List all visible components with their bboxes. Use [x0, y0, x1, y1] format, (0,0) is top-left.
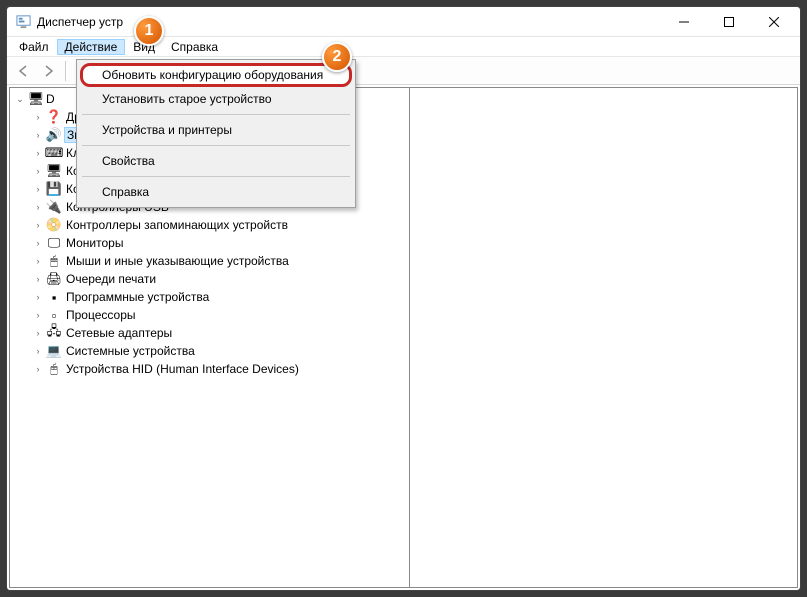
menu-separator: [82, 145, 350, 146]
annotation-1: 1: [134, 16, 164, 46]
computer-icon: 🖥: [28, 91, 44, 107]
device-category-icon: 🖵: [46, 235, 62, 251]
expand-icon[interactable]: ›: [32, 165, 44, 177]
menu-file[interactable]: Файл: [11, 39, 57, 55]
expand-icon[interactable]: ›: [32, 183, 44, 195]
device-category-icon: 🖨: [46, 271, 62, 287]
menu-separator: [82, 176, 350, 177]
tree-item[interactable]: ›🖵Мониторы: [10, 234, 409, 252]
app-icon: [15, 14, 31, 30]
menu-properties[interactable]: Свойства: [80, 149, 352, 173]
device-category-icon: 🖥: [46, 163, 62, 179]
device-category-icon: 💾: [46, 181, 62, 197]
expand-icon[interactable]: ›: [32, 309, 44, 321]
tree-item-label: Устройства HID (Human Interface Devices): [64, 362, 301, 376]
close-button[interactable]: [751, 8, 796, 36]
device-category-icon: 🖱: [46, 253, 62, 269]
menu-separator: [82, 114, 350, 115]
device-category-icon: 💻: [46, 343, 62, 359]
maximize-button[interactable]: [706, 8, 751, 36]
menu-help[interactable]: Справка: [80, 180, 352, 204]
forward-button[interactable]: [37, 59, 61, 83]
expand-icon[interactable]: ›: [32, 291, 44, 303]
separator: [65, 61, 66, 81]
tree-item-label: Мыши и иные указывающие устройства: [64, 254, 291, 268]
tree-item[interactable]: ›🖨Очереди печати: [10, 270, 409, 288]
tree-item[interactable]: ›🖱Мыши и иные указывающие устройства: [10, 252, 409, 270]
menu-add-legacy[interactable]: Установить старое устройство: [80, 87, 352, 111]
device-category-icon: ▪: [46, 289, 62, 305]
window-controls: [661, 8, 796, 36]
menu-action[interactable]: Действие: [57, 39, 126, 55]
tree-item[interactable]: ›▪Программные устройства: [10, 288, 409, 306]
menubar: Файл Действие Вид Справка: [7, 37, 800, 57]
expand-icon[interactable]: ›: [32, 219, 44, 231]
tree-item-label: Контроллеры запоминающих устройств: [64, 218, 290, 232]
tree-item[interactable]: ›📀Контроллеры запоминающих устройств: [10, 216, 409, 234]
tree-item-label: Очереди печати: [64, 272, 158, 286]
expand-icon[interactable]: ›: [32, 255, 44, 267]
expand-icon[interactable]: ›: [32, 363, 44, 375]
device-category-icon: ▫: [46, 307, 62, 323]
tree-item[interactable]: ›🖰Устройства HID (Human Interface Device…: [10, 360, 409, 378]
expand-icon[interactable]: ›: [32, 345, 44, 357]
menu-devices-printers[interactable]: Устройства и принтеры: [80, 118, 352, 142]
collapse-icon[interactable]: ⌄: [14, 93, 26, 105]
tree-item[interactable]: ›▫Процессоры: [10, 306, 409, 324]
device-category-icon: ⌨: [46, 145, 62, 161]
tree-item-label: Мониторы: [64, 236, 125, 250]
tree-item-label: Системные устройства: [64, 344, 197, 358]
titlebar: Диспетчер устр: [7, 7, 800, 37]
minimize-button[interactable]: [661, 8, 706, 36]
expand-icon[interactable]: ›: [32, 201, 44, 213]
device-category-icon: 🖰: [46, 361, 62, 377]
tree-item-label: Сетевые адаптеры: [64, 326, 174, 340]
device-category-icon: 🖧: [46, 325, 62, 341]
window-title: Диспетчер устр: [37, 15, 661, 29]
menu-scan-hardware[interactable]: Обновить конфигурацию оборудования: [80, 63, 352, 87]
expand-icon[interactable]: ›: [32, 111, 44, 123]
device-category-icon: 🔌: [46, 199, 62, 215]
device-category-icon: 🔊: [46, 127, 62, 143]
detail-pane: [410, 88, 797, 587]
tree-item-label: Программные устройства: [64, 290, 211, 304]
device-category-icon: 📀: [46, 217, 62, 233]
root-label: D: [46, 92, 55, 106]
expand-icon[interactable]: ›: [32, 327, 44, 339]
expand-icon[interactable]: ›: [32, 237, 44, 249]
tree-item[interactable]: ›🖧Сетевые адаптеры: [10, 324, 409, 342]
action-menu-dropdown: Обновить конфигурацию оборудования Устан…: [76, 59, 356, 208]
expand-icon[interactable]: ›: [32, 147, 44, 159]
tree-item-label: Процессоры: [64, 308, 138, 322]
expand-icon[interactable]: ›: [32, 129, 44, 141]
menu-help[interactable]: Справка: [163, 39, 226, 55]
device-category-icon: ❓: [46, 109, 62, 125]
tree-item[interactable]: ›💻Системные устройства: [10, 342, 409, 360]
back-button[interactable]: [11, 59, 35, 83]
annotation-2: 2: [322, 42, 352, 72]
expand-icon[interactable]: ›: [32, 273, 44, 285]
